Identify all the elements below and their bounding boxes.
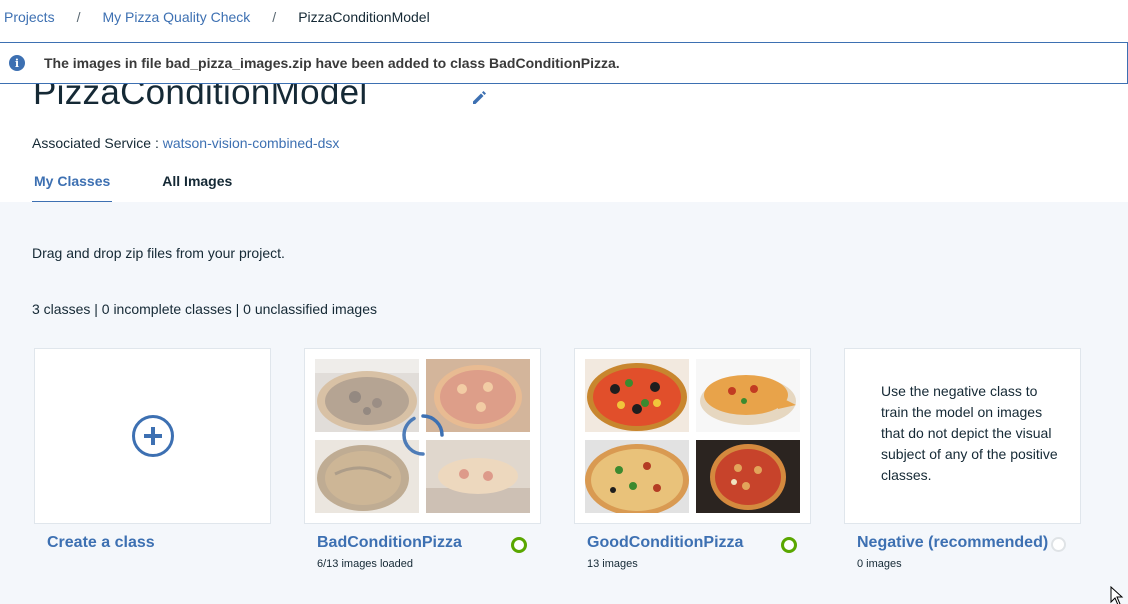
breadcrumb-link-project[interactable]: My Pizza Quality Check (102, 9, 250, 25)
negative-class-description: Use the negative class to train the mode… (881, 383, 1058, 483)
status-complete-icon (511, 537, 527, 553)
loading-spinner-icon (402, 414, 444, 456)
class-thumbnail (585, 440, 689, 513)
tab-bar: My Classes All Images (32, 163, 282, 203)
notification-message: The images in file bad_pizza_images.zip … (44, 55, 620, 71)
status-empty-icon (1051, 537, 1066, 552)
tab-my-classes[interactable]: My Classes (32, 163, 113, 203)
class-card-good-condition-pizza[interactable] (574, 348, 811, 524)
breadcrumb-separator: / (272, 9, 277, 25)
class-card-negative[interactable]: Use the negative class to train the mode… (844, 348, 1081, 524)
associated-service-link[interactable]: watson-vision-combined-dsx (163, 135, 340, 151)
tab-all-images[interactable]: All Images (160, 163, 234, 203)
class-thumbnail (696, 440, 800, 513)
plus-circle-icon[interactable] (132, 415, 174, 457)
breadcrumb-link-projects[interactable]: Projects (4, 9, 55, 25)
notification-banner: i The images in file bad_pizza_images.zi… (0, 42, 1128, 84)
class-image-count: 6/13 images loaded (317, 558, 414, 570)
class-title-negative[interactable]: Negative (recommended) (857, 534, 1048, 552)
info-icon: i (9, 55, 25, 71)
class-title-good-condition-pizza[interactable]: GoodConditionPizza (587, 534, 743, 552)
breadcrumb-current: PizzaConditionModel (298, 9, 430, 25)
breadcrumb-separator: / (76, 9, 81, 25)
mouse-cursor-icon (1110, 586, 1124, 604)
class-title-bad-condition-pizza[interactable]: BadConditionPizza (317, 534, 462, 552)
class-stats: 3 classes | 0 incomplete classes | 0 unc… (32, 301, 377, 317)
class-image-count: 0 images (857, 558, 902, 570)
class-thumbnail (696, 359, 800, 432)
associated-service-label: Associated Service : (32, 135, 159, 151)
drag-drop-hint: Drag and drop zip files from your projec… (32, 245, 285, 261)
classes-panel: Drag and drop zip files from your projec… (0, 202, 1128, 604)
class-thumbnail (585, 359, 689, 432)
breadcrumb: Projects / My Pizza Quality Check / Pizz… (0, 0, 1128, 34)
create-class-link[interactable]: Create a class (47, 534, 155, 552)
create-class-card[interactable] (34, 348, 271, 524)
class-card-bad-condition-pizza[interactable] (304, 348, 541, 524)
associated-service: Associated Service : watson-vision-combi… (32, 135, 339, 151)
status-complete-icon (781, 537, 797, 553)
pencil-icon[interactable] (470, 88, 488, 106)
class-image-count: 13 images (587, 558, 638, 570)
